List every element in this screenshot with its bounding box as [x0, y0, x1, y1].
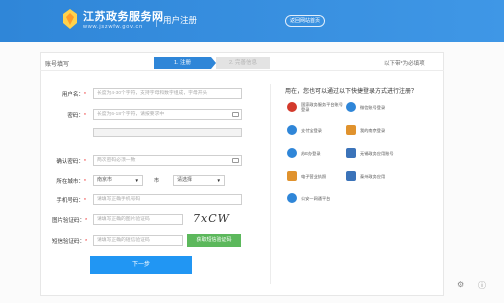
- sms-code-label: 短信验证码：*: [52, 239, 88, 245]
- image-captcha-input[interactable]: 请填写正确的图片验证码: [93, 214, 183, 225]
- image-captcha-label: 图片验证码：*: [52, 218, 88, 224]
- username-input[interactable]: 长度为4-30个字符，支持字母和数字组成，字母开头: [93, 88, 242, 99]
- step-complete-info: 2. 完善信息: [216, 57, 270, 69]
- house-icon: [346, 125, 356, 135]
- sue-icon: [287, 148, 297, 158]
- get-sms-code-button[interactable]: 获取短信验证码: [187, 234, 241, 247]
- chevron-down-icon: ▼: [216, 178, 221, 183]
- site-url: www.jszwfw.gov.cn: [83, 24, 143, 30]
- alipay-icon: [287, 125, 297, 135]
- required-note: 以下带*为必填项: [384, 61, 425, 67]
- keyboard-icon[interactable]: [232, 112, 239, 117]
- quick-login-sue[interactable]: 苏E办登录: [287, 146, 347, 160]
- chevron-down-icon: ▼: [134, 178, 139, 183]
- mobile-label: 手机号码：*: [56, 198, 86, 204]
- quick-login-title: 用在，您也可以通过以下快捷登录方式进行注册？: [285, 89, 418, 95]
- quick-login-alipay[interactable]: 支付宝登录: [287, 123, 347, 137]
- panel-divider: [270, 84, 271, 284]
- quick-login-taizhou[interactable]: 泰州政务应用: [346, 169, 406, 183]
- keyboard-icon[interactable]: [232, 158, 239, 163]
- wuxi-icon: [346, 148, 356, 158]
- quick-login-nanjing[interactable]: 我的南京登录: [346, 123, 406, 137]
- page-title: 用户注册: [163, 15, 198, 25]
- settings-icon[interactable]: ⚙: [457, 280, 464, 289]
- district-select[interactable]: 请选择 ▼: [173, 175, 225, 186]
- site-logo-icon: [63, 9, 77, 29]
- quick-login-wuxi[interactable]: 无锡政务应用账号: [346, 146, 406, 160]
- wechat-icon: [346, 102, 356, 112]
- quick-login-license[interactable]: 电子营业执照: [287, 169, 347, 183]
- police-icon: [287, 193, 297, 203]
- header-divider: [156, 13, 157, 27]
- national-emblem-icon: [287, 102, 297, 112]
- back-home-button[interactable]: 返回网站首页: [285, 15, 325, 27]
- password-strength-bar: [93, 128, 242, 137]
- site-title: 江苏政务服务网: [83, 11, 164, 23]
- password-input[interactable]: 长度为6-18个字符，请按要求中: [93, 109, 242, 120]
- confirm-password-input[interactable]: 两次密码必须一致: [93, 155, 242, 166]
- info-icon[interactable]: ⓘ: [478, 280, 486, 291]
- region-label: 所在城市：*: [56, 179, 86, 185]
- sms-code-input[interactable]: 请填写正确的短信验证码: [93, 235, 183, 246]
- captcha-image[interactable]: 7xCW: [193, 212, 237, 226]
- mobile-input[interactable]: 请填写正确手机号码: [93, 194, 242, 205]
- quick-login-police[interactable]: 公安一网通平台: [287, 191, 347, 205]
- city-select[interactable]: 南京市 ▼: [93, 175, 143, 186]
- district-label: 市: [154, 178, 160, 184]
- quick-login-national[interactable]: 国家政务服务平台账号登录: [287, 100, 347, 114]
- username-label: 用户名：*: [61, 92, 86, 98]
- card-title: 账号填写: [45, 62, 70, 68]
- step-register: 1. 注册: [154, 57, 211, 69]
- taizhou-icon: [346, 171, 356, 181]
- confirm-password-label: 确认密码：*: [56, 159, 86, 165]
- quick-login-wechat[interactable]: 微信账号登录: [346, 100, 406, 114]
- license-icon: [287, 171, 297, 181]
- password-label: 密码：*: [67, 113, 86, 119]
- next-step-button[interactable]: 下一步: [90, 256, 192, 274]
